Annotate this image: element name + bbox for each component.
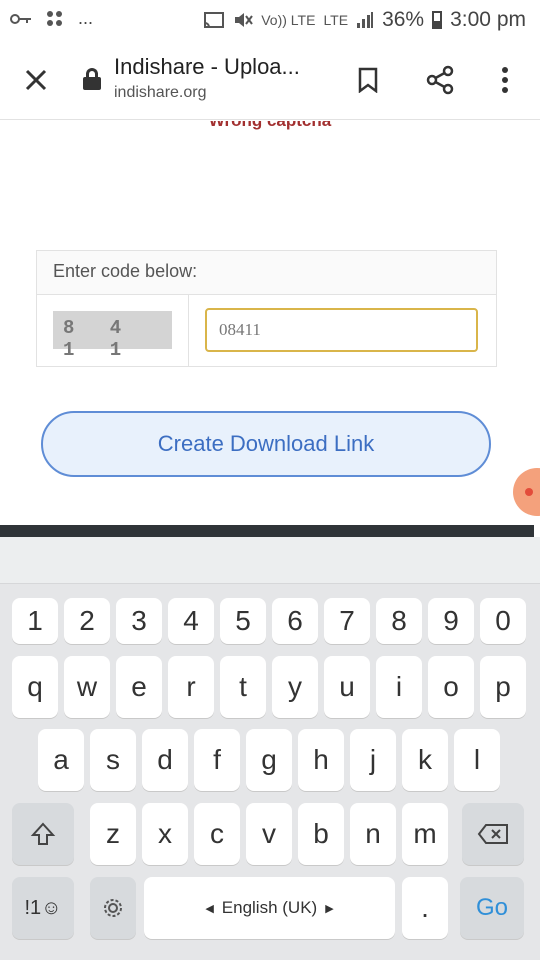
signal-icon [357,12,374,28]
key-2[interactable]: 2 [64,598,110,644]
status-time: 3:00 pm [450,8,526,31]
key-s[interactable]: s [90,729,136,791]
key-c[interactable]: c [194,803,240,865]
space-bar[interactable]: ◀ English (UK) ▶ [144,877,395,939]
suggestion-strip [0,537,540,584]
web-content: Wrong captcha Enter code below: 8 4 1 1 … [0,121,540,525]
key-e[interactable]: e [116,656,162,718]
captcha-row: 8 4 1 1 [37,295,496,366]
captcha-label: Enter code below: [37,251,496,295]
battery-percent: 36% [382,8,425,31]
key-icon [10,13,31,24]
key-p[interactable]: p [480,656,526,718]
page-title: Indishare - Uploa... [114,54,300,79]
key-j[interactable]: j [350,729,396,791]
backspace-icon [477,824,508,844]
key-f[interactable]: f [194,729,240,791]
bookmark-icon[interactable] [350,62,386,98]
browser-toolbar: Indishare - Uploa... indishare.org [0,40,540,120]
key-g[interactable]: g [246,729,292,791]
title-area[interactable]: Indishare - Uploa... indishare.org [114,54,334,102]
key-7[interactable]: 7 [324,598,370,644]
share-icon[interactable] [422,62,458,98]
key-r[interactable]: r [168,656,214,718]
key-3[interactable]: 3 [116,598,162,644]
go-key[interactable]: Go [460,877,524,939]
divider [188,295,189,366]
key-i[interactable]: i [376,656,422,718]
key-m[interactable]: m [402,803,448,865]
key-a[interactable]: a [38,729,84,791]
key-5[interactable]: 5 [220,598,266,644]
keyboard: 1 2 3 4 5 6 7 8 9 0 q w e r t y u i o p … [0,537,540,960]
backspace-key[interactable] [462,803,524,865]
key-y[interactable]: y [272,656,318,718]
captcha-box: Enter code below: 8 4 1 1 [36,250,497,367]
key-o[interactable]: o [428,656,474,718]
key-d[interactable]: d [142,729,188,791]
captcha-input[interactable] [205,308,478,352]
key-l[interactable]: l [454,729,500,791]
keyboard-divider [0,525,540,537]
key-x[interactable]: x [142,803,188,865]
key-q[interactable]: q [12,656,58,718]
apps-grid-icon [47,10,62,26]
key-v[interactable]: v [246,803,292,865]
key-b[interactable]: b [298,803,344,865]
key-w[interactable]: w [64,656,110,718]
status-bar: ... Vo)) LTE LTE 36% 3:00 pm [0,0,540,40]
key-n[interactable]: n [350,803,396,865]
shift-key[interactable] [12,803,74,865]
status-ellipsis: ... [78,8,94,28]
chevron-left-icon: ◀ [205,902,214,915]
settings-key[interactable] [90,877,136,939]
gear-icon [104,899,122,917]
key-t[interactable]: t [220,656,266,718]
close-icon[interactable] [18,62,54,98]
key-z[interactable]: z [90,803,136,865]
error-message: Wrong captcha [0,121,540,131]
lock-icon [83,68,101,90]
symbols-key[interactable]: !1☺ [12,877,74,939]
chevron-right-icon: ▶ [325,902,334,915]
key-h[interactable]: h [298,729,344,791]
battery-icon [432,11,443,29]
lte-indicator: LTE [323,12,349,28]
key-1[interactable]: 1 [12,598,58,644]
key-6[interactable]: 6 [272,598,318,644]
volte-indicator: Vo)) LTE [261,12,316,28]
key-8[interactable]: 8 [376,598,422,644]
key-k[interactable]: k [402,729,448,791]
captcha-image: 8 4 1 1 [53,311,172,361]
key-9[interactable]: 9 [428,598,474,644]
cast-icon [204,12,225,28]
shift-icon [30,822,56,845]
period-key[interactable]: . [402,877,448,939]
mute-icon [235,13,254,27]
key-0[interactable]: 0 [480,598,526,644]
key-u[interactable]: u [324,656,370,718]
more-options-icon[interactable] [487,62,523,98]
space-bar-label: English (UK) [221,898,318,917]
floating-bubble[interactable] [513,468,540,516]
page-url: indishare.org [114,84,207,101]
create-download-link-button[interactable]: Create Download Link [41,411,491,477]
key-4[interactable]: 4 [168,598,214,644]
